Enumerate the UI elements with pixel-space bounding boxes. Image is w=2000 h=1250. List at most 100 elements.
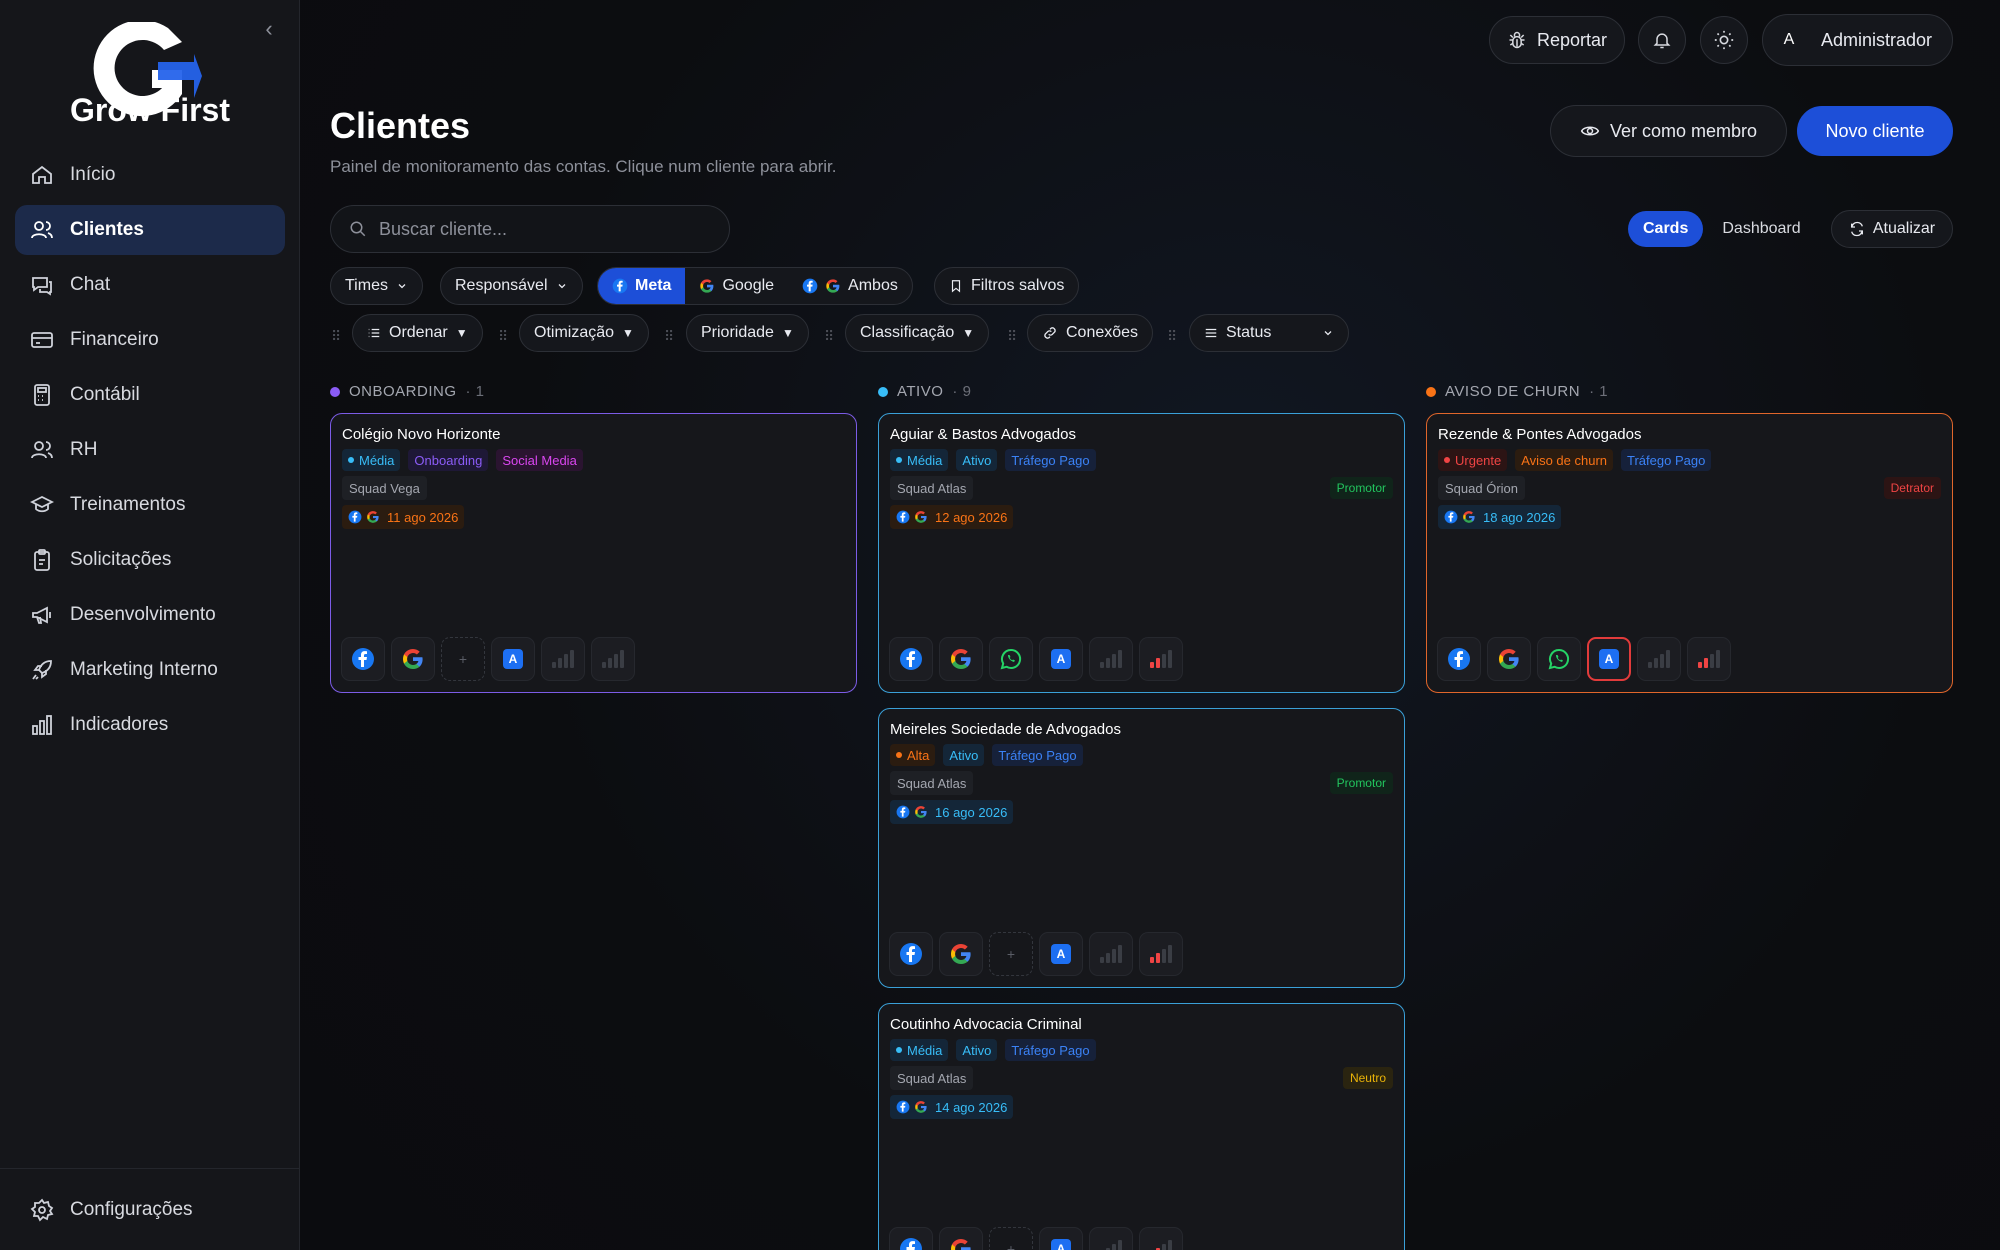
search-input[interactable] (379, 218, 709, 240)
google-integration-button[interactable] (1487, 637, 1531, 681)
performance-signal-button[interactable] (591, 637, 635, 681)
tag-list: Urgente Aviso de churn Tráfego Pago (1438, 449, 1712, 471)
sidebar-item-label: Treinamentos (70, 494, 186, 515)
sidebar-item-inicio[interactable]: Início (15, 150, 285, 200)
add-integration-button[interactable]: + (441, 637, 485, 681)
google-integration-button[interactable] (939, 637, 983, 681)
optimization-filter[interactable]: Otimização ▼ (519, 314, 649, 352)
platform-both-option[interactable]: Ambos (788, 268, 912, 304)
drag-handle-icon[interactable]: ⠿ (1167, 328, 1177, 345)
sidebar-item-contabil[interactable]: Contábil (15, 370, 285, 420)
column-header-ativo: ATIVO · 9 (878, 383, 971, 400)
sidebar-item-label: Financeiro (70, 329, 159, 350)
brand-logo[interactable]: Grow First (60, 20, 240, 132)
meta-integration-button[interactable] (889, 932, 933, 976)
refresh-button[interactable]: Atualizar (1831, 210, 1953, 248)
ads-account-button[interactable]: A (1587, 637, 1631, 681)
client-card[interactable]: Meireles Sociedade de Advogados Alta Ativo… (878, 708, 1405, 988)
ads-account-button[interactable]: A (491, 637, 535, 681)
collapse-sidebar-icon[interactable]: ‹ (258, 18, 280, 40)
responsible-filter[interactable]: Responsável (440, 267, 583, 305)
facebook-icon (1444, 510, 1458, 524)
google-integration-button[interactable] (939, 1227, 983, 1250)
platform-google-option[interactable]: Google (685, 268, 788, 304)
sidebar-item-indicadores[interactable]: Indicadores (15, 700, 285, 750)
sidebar-item-desenvolvimento[interactable]: Desenvolvimento (15, 590, 285, 640)
google-integration-button[interactable] (939, 932, 983, 976)
sidebar-item-chat[interactable]: Chat (15, 260, 285, 310)
view-as-member-button[interactable]: Ver como membro (1550, 105, 1787, 157)
performance-signal-button[interactable] (1139, 932, 1183, 976)
column-header-aviso-de-churn: AVISO DE CHURN · 1 (1426, 383, 1608, 400)
theme-toggle-button[interactable] (1700, 16, 1748, 64)
new-client-button[interactable]: Novo cliente (1797, 106, 1953, 156)
client-card[interactable]: Rezende & Pontes Advogados Urgente Aviso d… (1426, 413, 1953, 693)
sidebar-item-configuracoes[interactable]: Configurações (15, 1185, 285, 1235)
date-badge: 14 ago 2026 (890, 1095, 1014, 1119)
connections-filter[interactable]: Conexões (1027, 314, 1154, 352)
optimization-signal-button[interactable] (1089, 1227, 1133, 1250)
teams-filter[interactable]: Times (330, 267, 423, 305)
user-menu-button[interactable]: A Administrador (1762, 14, 1953, 66)
bookmark-icon (951, 280, 961, 293)
add-integration-button[interactable]: + (989, 932, 1033, 976)
sidebar-item-solicitacoes[interactable]: Solicitações (15, 535, 285, 585)
performance-signal-button[interactable] (1139, 1227, 1183, 1250)
drag-handle-icon[interactable]: ⠿ (664, 328, 674, 345)
priority-filter[interactable]: Prioridade ▼ (686, 314, 809, 352)
drag-handle-icon[interactable]: ⠿ (331, 328, 341, 345)
optimization-signal-button[interactable] (1089, 637, 1133, 681)
add-integration-button[interactable]: + (989, 1227, 1033, 1250)
view-cards-button[interactable]: Cards (1628, 211, 1704, 247)
classification-filter[interactable]: Classificação ▼ (845, 314, 990, 352)
nps-badge: Detrator (1883, 477, 1941, 499)
sidebar-item-clientes[interactable]: Clientes (15, 205, 285, 255)
performance-signal-button[interactable] (1687, 637, 1731, 681)
drag-handle-icon[interactable]: ⠿ (1007, 328, 1017, 345)
meta-integration-button[interactable] (889, 1227, 933, 1250)
optimization-signal-button[interactable] (1637, 637, 1681, 681)
sidebar-item-financeiro[interactable]: Financeiro (15, 315, 285, 365)
drag-handle-icon[interactable]: ⠿ (498, 328, 508, 345)
squad-badge: Squad Atlas (890, 476, 974, 500)
meta-integration-button[interactable] (341, 637, 385, 681)
integration-icons: A (889, 637, 1183, 681)
ads-account-button[interactable]: A (1039, 637, 1083, 681)
notifications-button[interactable] (1638, 16, 1686, 64)
sort-filter[interactable]: Ordenar ▼ (352, 314, 483, 352)
client-card[interactable]: Aguiar & Bastos Advogados Média Ativo Tráfe… (878, 413, 1405, 693)
drag-handle-icon[interactable]: ⠿ (824, 328, 834, 345)
priority-label: Alta (907, 747, 930, 763)
platform-meta-option[interactable]: Meta (598, 268, 686, 304)
priority-badge: Urgente (1438, 449, 1508, 471)
status-dot (330, 386, 340, 397)
sidebar-item-rh[interactable]: RH (15, 425, 285, 475)
optimization-signal-button[interactable] (541, 637, 585, 681)
status-filter-label: Status (1226, 324, 1272, 341)
sidebar-item-treinamentos[interactable]: Treinamentos (15, 480, 285, 530)
saved-filters-button[interactable]: Filtros salvos (934, 267, 1080, 305)
meta-integration-button[interactable] (1437, 637, 1481, 681)
meta-integration-button[interactable] (889, 637, 933, 681)
signal-bars-icon (1156, 1240, 1172, 1250)
report-button[interactable]: Reportar (1489, 16, 1625, 64)
optimization-signal-button[interactable] (1089, 932, 1133, 976)
responsible-filter-label: Responsável (455, 277, 548, 294)
ads-account-button[interactable]: A (1039, 1227, 1083, 1250)
performance-signal-button[interactable] (1139, 637, 1183, 681)
sidebar-item-marketing-interno[interactable]: Marketing Interno (15, 645, 285, 695)
google-integration-button[interactable] (391, 637, 435, 681)
view-dashboard-button[interactable]: Dashboard (1707, 211, 1815, 247)
platform-both-label: Ambos (848, 277, 898, 294)
ads-account-button[interactable]: A (1039, 932, 1083, 976)
facebook-icon (1448, 648, 1470, 670)
client-card[interactable]: Coutinho Advocacia Criminal Média Ativo Trá… (878, 1003, 1405, 1250)
client-card[interactable]: Colégio Novo Horizonte Média Onboarding Soc… (330, 413, 857, 693)
google-icon (367, 511, 379, 523)
saved-filters-label: Filtros salvos (971, 277, 1065, 294)
whatsapp-integration-button[interactable] (1537, 637, 1581, 681)
people-icon (31, 441, 53, 459)
status-filter[interactable]: Status (1189, 314, 1349, 352)
whatsapp-integration-button[interactable] (989, 637, 1033, 681)
calculator-icon (34, 384, 50, 406)
